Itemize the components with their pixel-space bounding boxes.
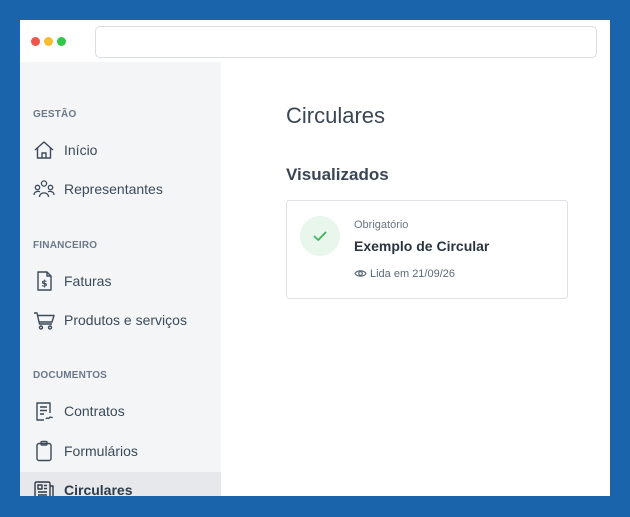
home-icon bbox=[33, 139, 55, 161]
sidebar-item-label: Formulários bbox=[64, 443, 138, 459]
newspaper-icon bbox=[33, 479, 55, 496]
close-window-button[interactable] bbox=[31, 37, 40, 46]
sidebar-item-label: Representantes bbox=[64, 181, 163, 197]
svg-text:$: $ bbox=[41, 280, 47, 290]
page-title: Circulares bbox=[286, 103, 386, 128]
sidebar-item-label: Início bbox=[64, 142, 98, 158]
section-title-financeiro: FINANCEIRO bbox=[33, 240, 98, 251]
eye-icon bbox=[354, 267, 367, 280]
sidebar: GESTÃO Início Representantes FINANCEIRO … bbox=[20, 62, 221, 496]
main-content: Circulares Visualizados Obrigatório Exem… bbox=[221, 62, 610, 496]
section-title-documentos: DOCUMENTOS bbox=[33, 370, 108, 381]
sidebar-item-label: Faturas bbox=[64, 273, 112, 289]
card-title: Exemplo de Circular bbox=[354, 238, 490, 254]
title-bar bbox=[20, 20, 610, 62]
sidebar-item-formularios[interactable]: Formulários bbox=[20, 433, 221, 469]
users-icon bbox=[33, 178, 55, 200]
clipboard-icon bbox=[33, 440, 55, 462]
sidebar-item-contratos[interactable]: Contratos bbox=[20, 393, 221, 429]
browser-window: GESTÃO Início Representantes FINANCEIRO … bbox=[20, 20, 610, 496]
address-bar[interactable] bbox=[95, 26, 597, 58]
section-heading: Visualizados bbox=[286, 165, 389, 184]
card-meta: Lida em 21/09/26 bbox=[354, 267, 455, 280]
sidebar-item-label: Contratos bbox=[64, 403, 125, 419]
sidebar-item-label: Circulares bbox=[64, 482, 133, 496]
cart-icon bbox=[33, 309, 55, 331]
contract-icon bbox=[33, 400, 55, 422]
sidebar-item-inicio[interactable]: Início bbox=[20, 132, 221, 168]
maximize-window-button[interactable] bbox=[57, 37, 66, 46]
sidebar-item-representantes[interactable]: Representantes bbox=[20, 171, 221, 207]
circular-card[interactable]: Obrigatório Exemplo de Circular Lida em … bbox=[286, 200, 568, 299]
minimize-window-button[interactable] bbox=[44, 37, 53, 46]
sidebar-item-label: Produtos e serviços bbox=[64, 312, 187, 328]
sidebar-item-faturas[interactable]: $ Faturas bbox=[20, 263, 221, 299]
card-meta-text: Lida em 21/09/26 bbox=[370, 267, 456, 280]
sidebar-item-produtos[interactable]: Produtos e serviços bbox=[20, 302, 221, 338]
check-icon bbox=[300, 216, 340, 256]
sidebar-item-circulares[interactable]: Circulares bbox=[20, 472, 221, 496]
section-title-gestao: GESTÃO bbox=[33, 109, 77, 120]
invoice-icon: $ bbox=[33, 270, 55, 292]
card-tag: Obrigatório bbox=[354, 219, 409, 231]
